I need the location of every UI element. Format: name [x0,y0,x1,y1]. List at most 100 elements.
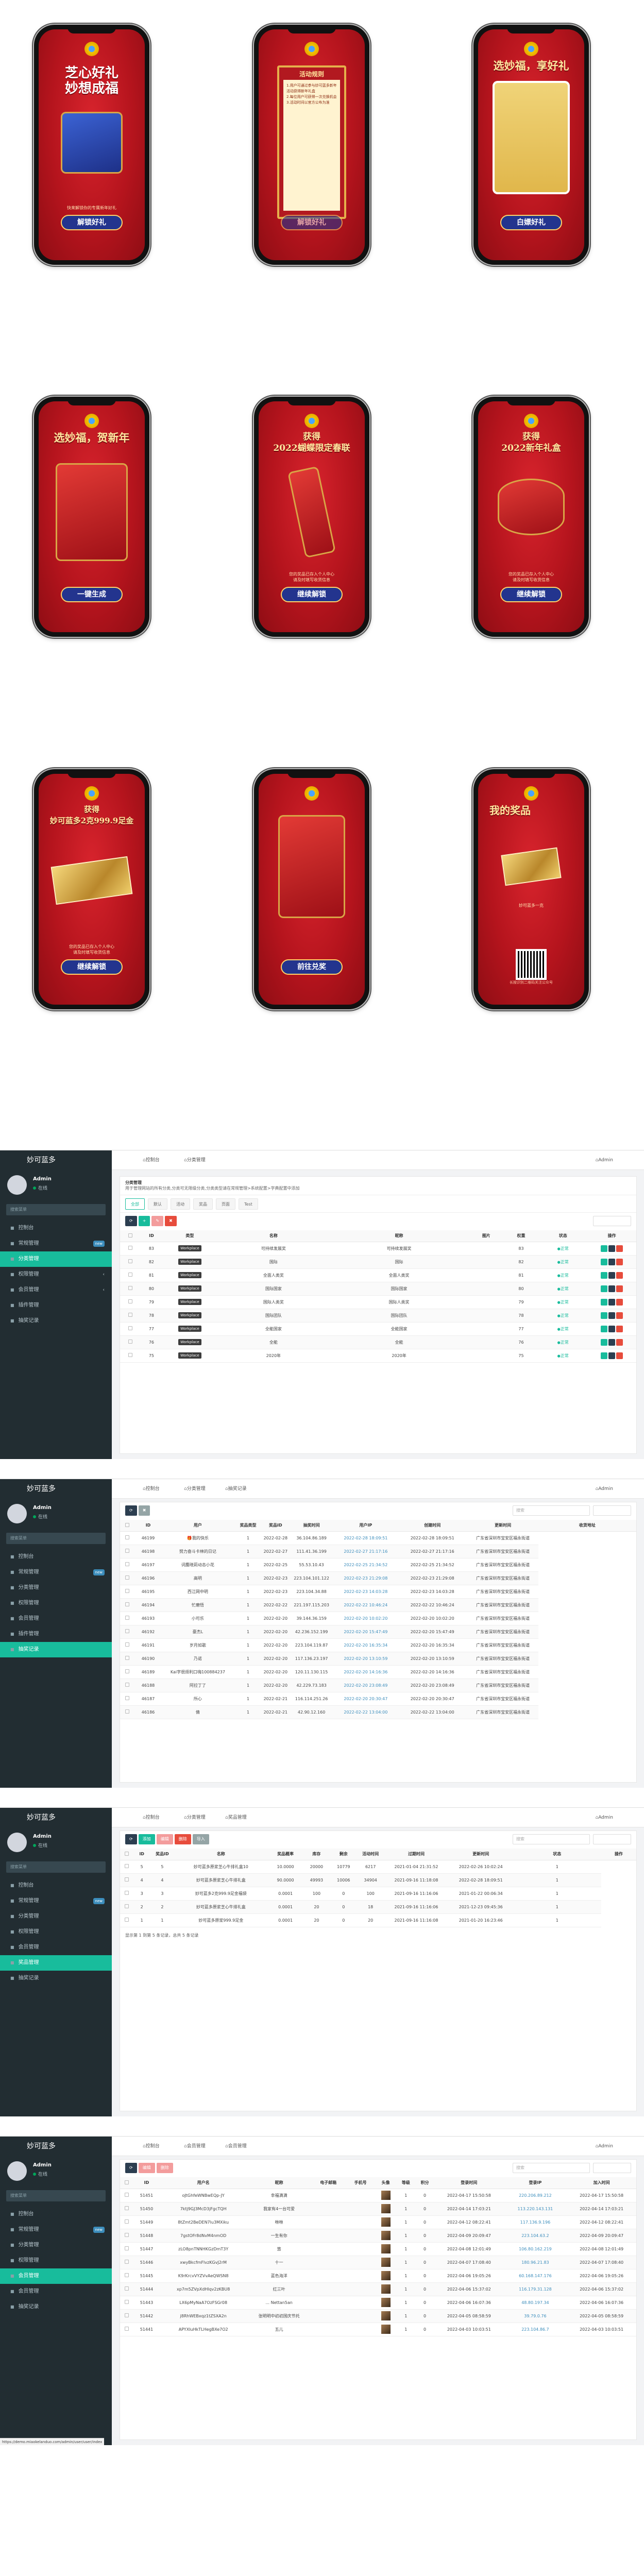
move-icon[interactable] [608,1312,616,1319]
delete-icon[interactable] [616,1245,623,1252]
table-row[interactable]: 46196 高明 1 2022-02-23 223.104.101.122 2022-02… [120,1571,636,1585]
tab-prize[interactable]: 奖品管理 [225,1808,247,1827]
table-cell[interactable] [120,1887,133,1901]
import-button[interactable]: 导入 [192,1834,209,1844]
table-view-buttons[interactable] [593,2163,631,2173]
sidebar-item-auth[interactable]: 权限管理 ‹ [0,1267,112,1282]
table-row[interactable]: 80 Workplace 国际国家国际国家 80 正常 [120,1282,636,1296]
row-checkbox[interactable] [125,2313,129,2317]
tab-test[interactable]: Test [239,1198,258,1210]
admin-menu[interactable]: Admin [596,1808,613,1827]
table-cell[interactable] [120,1558,134,1572]
row-checkbox[interactable] [124,1877,129,1882]
table-row[interactable]: 75 Workplace 2020年2020年 75 正常 [120,1349,636,1363]
table-cell[interactable] [120,2269,134,2283]
table-cell[interactable] [120,2282,134,2296]
move-icon[interactable] [608,1298,616,1306]
table-cell[interactable] [120,1282,141,1296]
table-row[interactable]: 46189 Kai字很烦利口嗨100884237 1 2022-02-20 120.11… [120,1665,636,1679]
table-cell[interactable] [120,1255,141,1269]
brand-name[interactable]: 妙可蓝多 [0,1150,112,1170]
table-cell[interactable] [120,1665,134,1679]
refresh-button[interactable]: ⟳ [125,1834,137,1844]
continue-unlock-button[interactable]: 继续解锁 [281,587,343,602]
sidebar-item-dashboard[interactable]: 控制台 [0,2207,112,2222]
table-cell[interactable] [120,2215,134,2229]
table-cell[interactable] [120,1531,134,1545]
generate-button[interactable]: 一键生成 [61,587,123,602]
delete-icon[interactable] [616,1338,623,1346]
row-checkbox[interactable] [128,1246,133,1250]
row-checkbox[interactable] [125,1656,129,1660]
table-cell[interactable] [120,1545,134,1558]
edit-icon[interactable] [601,1258,608,1265]
row-checkbox[interactable] [125,2193,129,2197]
sidebar-item-member-list[interactable]: 会员管理 [0,2284,112,2299]
tab-dashboard[interactable]: 控制台 [143,1479,160,1499]
sidebar-item-addon[interactable]: 插件管理 [0,1626,112,1642]
table-row[interactable]: 51444 xp7m5ZVpXdHlqv2zKBU8 红三叶 1 0 2022-04-06… [120,2282,636,2296]
table-row[interactable]: 4 4 妙可蓝多原浆芝心牛排礼盒 90.0000 49993 10006 34904 2021… [120,1873,636,1887]
table-cell[interactable] [120,1705,134,1719]
row-checkbox[interactable] [125,2273,129,2277]
row-checkbox[interactable] [125,1602,129,1606]
row-checkbox[interactable] [125,2233,129,2237]
sidebar-item-general[interactable]: 常规管理 new [0,1893,112,1909]
move-icon[interactable] [608,1338,616,1346]
table-cell[interactable] [120,2242,134,2256]
edit-icon[interactable] [601,1312,608,1319]
sidebar-item-lottery[interactable]: 抽奖记录 [0,1971,112,1986]
table-cell[interactable] [120,1679,134,1692]
table-cell[interactable] [120,1692,134,1706]
search-input[interactable]: 搜索 [513,1505,590,1516]
sidebar-item-lottery[interactable]: 抽奖记录 [0,2299,112,2315]
row-checkbox[interactable] [125,2246,129,2250]
unlock-gift-button[interactable]: 解锁好礼 [281,215,343,230]
table-view-buttons[interactable] [593,1834,631,1844]
tab-activity[interactable]: 活动 [171,1198,190,1210]
delete-button[interactable]: ✖ [138,1505,150,1516]
sidebar-item-dashboard[interactable]: 控制台 [0,1549,112,1565]
table-cell[interactable] [120,1242,141,1256]
table-cell[interactable] [120,1349,141,1363]
table-row[interactable]: 76 Workplace 全能全能 76 正常 [120,1335,636,1349]
row-checkbox[interactable] [128,1286,133,1290]
table-row[interactable]: 51447 zLO8pnTNNHKGzDmT3Y 悠 1 0 2022-04-08 12:… [120,2242,636,2256]
table-row[interactable]: 51449 8tZmt2BeDEN7lu3MXiku 咻咻 1 0 2022-04-12 … [120,2215,636,2229]
sidebar-item-auth[interactable]: 权限管理 [0,1596,112,1611]
sidebar-item-lottery[interactable]: 抽奖记录 [0,1313,112,1329]
row-checkbox[interactable] [125,1669,129,1673]
table-row[interactable]: 46199 🎁我的快乐 1 2022-02-28 36.104.86.189 2022-0… [120,1531,636,1545]
table-row[interactable]: 46186 倩 1 2022-02-21 42.90.12.160 2022-02-22 … [120,1705,636,1719]
row-checkbox[interactable] [125,2260,129,2264]
table-cell[interactable] [120,2296,134,2310]
table-view-buttons[interactable] [593,1505,631,1516]
refresh-button[interactable]: ⟳ [125,2163,137,2173]
table-row[interactable]: 77 Workplace 全能国家全能国家 77 正常 [120,1322,636,1336]
table-cell[interactable] [120,1335,141,1349]
brand-name[interactable]: 妙可蓝多 [0,1479,112,1499]
row-checkbox[interactable] [125,1549,129,1553]
delete-icon[interactable] [616,1258,623,1265]
edit-icon[interactable] [601,1298,608,1306]
tab-category[interactable]: 分类管理 [184,1150,206,1170]
table-row[interactable]: 51442 j8RhWEBxqz1tZSXA2n 张明明中初初国庆节托 1 0 2022-… [120,2309,636,2323]
delete-icon[interactable] [616,1325,623,1332]
table-row[interactable]: 51450 7ktj9GJ3McD3jFgcTQH 我家有4一台可爱 1 0 2022-0… [120,2202,636,2216]
sidebar-item-general[interactable]: 常规管理 new [0,2222,112,2238]
edit-icon[interactable] [601,1245,608,1252]
tab-prize[interactable]: 奖品 [193,1198,213,1210]
move-icon[interactable] [608,1245,616,1252]
table-cell[interactable] [120,1322,141,1336]
sidebar-item-addon[interactable]: 插件管理 [0,1298,112,1313]
table-row[interactable]: 83 Workplace 可持续发展奖可持续发展奖 83 正常 [120,1242,636,1256]
table-row[interactable]: 51441 APYXIuHkTLHegBXe7O2 五儿 1 0 2022-04-03 1… [120,2323,636,2336]
move-icon[interactable] [608,1352,616,1359]
claim-gift-button[interactable]: 白嫖好礼 [500,215,562,230]
edit-button[interactable]: 编辑 [138,2163,155,2173]
sidebar-item-category[interactable]: 分类管理 [0,1909,112,1924]
table-row[interactable]: 46188 阿拉丁了 1 2022-02-20 42.229.73.183 2022-02… [120,1679,636,1692]
table-cell[interactable] [120,1612,134,1625]
table-view-buttons[interactable] [593,1216,631,1226]
sidebar-item-category[interactable]: 分类管理 [0,1580,112,1596]
